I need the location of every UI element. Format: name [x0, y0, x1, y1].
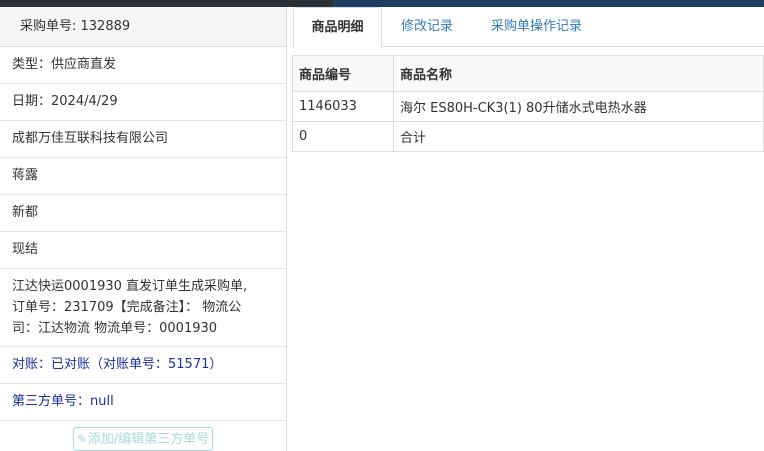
third-party-number: 第三方单号：null — [0, 384, 286, 421]
column-header-product-name: 商品名称 — [393, 55, 764, 92]
supplier-company: 成都万佳互联科技有限公司 — [0, 121, 286, 158]
product-id-cell: 0 — [292, 121, 394, 152]
product-table: 商品编号 商品名称 1146033 海尔 ES80H-CK3(1) 80升储水式… — [292, 55, 764, 152]
table-header-row: 商品编号 商品名称 — [292, 55, 764, 92]
edit-icon: ✎ — [76, 432, 87, 446]
order-note-line: 司：江达物流 物流单号：0001930 — [12, 321, 218, 336]
top-bar-accent — [333, 0, 764, 7]
order-note: 江达快运0001930 直发订单生成采购单, 订单号：231709【完成备注】：… — [0, 269, 286, 347]
order-type: 类型：供应商直发 — [0, 47, 286, 84]
add-third-party-label: 添加/编辑第三方单号 — [87, 432, 210, 447]
tab-change-log[interactable]: 修改记录 — [401, 7, 453, 48]
detail-panel: 商品明细 修改记录 采购单操作记录 商品编号 商品名称 1146033 海尔 E… — [292, 7, 764, 451]
order-note-line: 订单号：231709【完成备注】： 物流公 — [12, 300, 242, 315]
order-info-panel: 采购单号: 132889 类型：供应商直发 日期：2024/4/29 成都万佳互… — [0, 7, 287, 451]
order-date: 日期：2024/4/29 — [0, 84, 286, 121]
top-bar — [0, 0, 764, 7]
tab-bar: 商品明细 修改记录 采购单操作记录 — [292, 7, 764, 48]
city: 新都 — [0, 195, 286, 232]
tab-product-details[interactable]: 商品明细 — [293, 7, 382, 48]
product-name-cell: 合计 — [393, 121, 764, 152]
order-note-line: 江达快运0001930 直发订单生成采购单, — [12, 279, 248, 294]
table-row: 1146033 海尔 ES80H-CK3(1) 80升储水式电热水器 — [292, 91, 764, 122]
order-number-header: 采购单号: 132889 — [0, 7, 286, 47]
contact-person: 蒋露 — [0, 158, 286, 195]
reconcile-status: 对账：已对账（对账单号：51571） — [0, 347, 286, 384]
product-name-cell: 海尔 ES80H-CK3(1) 80升储水式电热水器 — [393, 91, 764, 122]
tab-operation-log[interactable]: 采购单操作记录 — [491, 7, 582, 48]
add-third-party-button[interactable]: ✎添加/编辑第三方单号 — [72, 427, 214, 451]
button-row: ✎添加/编辑第三方单号 — [0, 421, 286, 451]
table-row: 0 合计 — [292, 121, 764, 152]
column-header-product-id: 商品编号 — [292, 55, 394, 92]
payment-method: 现结 — [0, 232, 286, 269]
product-id-cell: 1146033 — [292, 91, 394, 122]
